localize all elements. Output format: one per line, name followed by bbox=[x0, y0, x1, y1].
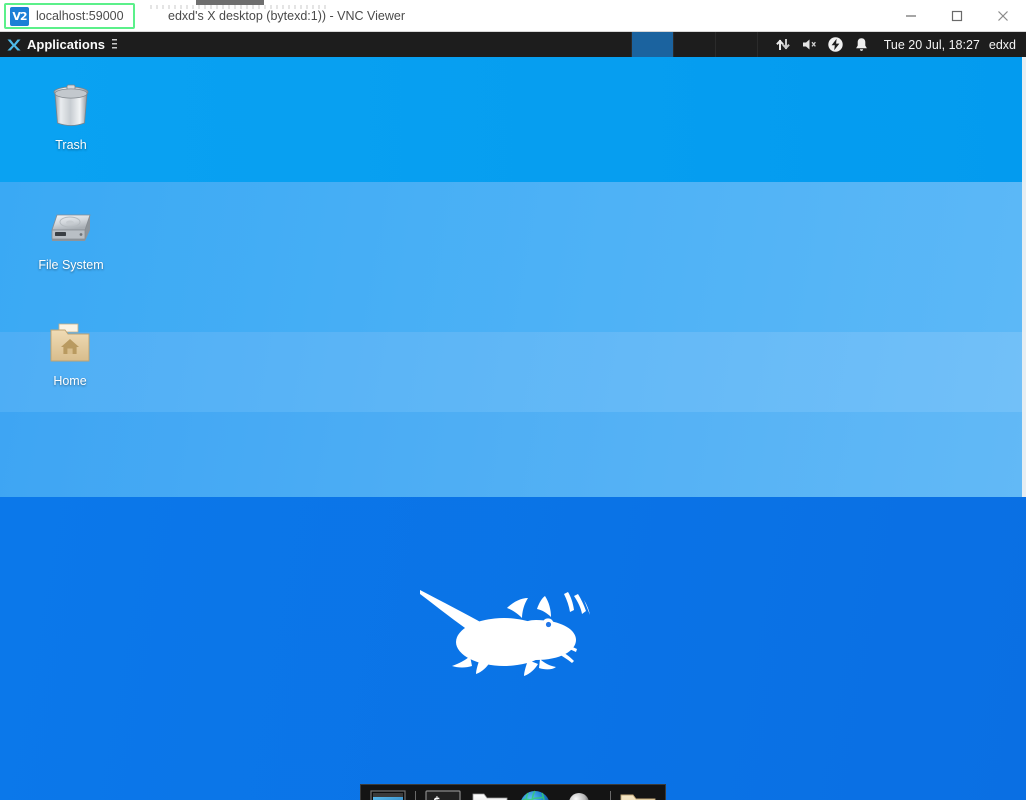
trash-icon bbox=[47, 80, 95, 132]
window-title-label: edxd's X desktop (bytexd:1)) - VNC Viewe… bbox=[168, 0, 405, 32]
network-transfer-icon[interactable] bbox=[771, 32, 797, 57]
vnc-address-chip[interactable]: V2 localhost:59000 bbox=[4, 3, 135, 29]
remote-scrollbar[interactable] bbox=[1022, 57, 1026, 497]
terminal-icon[interactable]: $ bbox=[422, 788, 464, 800]
wallpaper-band-1 bbox=[0, 57, 1026, 182]
application-dock[interactable]: $ bbox=[360, 784, 666, 800]
workspace-cell-2[interactable] bbox=[632, 32, 674, 57]
desktop-icon-home[interactable]: Home bbox=[24, 320, 116, 388]
desktop-icon-label: Home bbox=[53, 374, 86, 388]
web-browser-icon[interactable] bbox=[515, 788, 557, 800]
panel-username[interactable]: edxd bbox=[989, 38, 1022, 52]
menu-grip-icon bbox=[112, 39, 117, 51]
folder-icon[interactable] bbox=[617, 788, 659, 800]
workspace-cell-3[interactable] bbox=[674, 32, 716, 57]
notification-bell-icon[interactable] bbox=[849, 32, 875, 57]
workspace-cell-4[interactable] bbox=[716, 32, 758, 57]
desktop-icon-label: Trash bbox=[55, 138, 87, 152]
xfce-top-panel: Applications bbox=[0, 32, 1026, 57]
wallpaper-band-3 bbox=[0, 332, 1026, 412]
vnc-viewer-window: V2 localhost:59000 edxd's X desktop (byt… bbox=[0, 0, 1026, 800]
window-titlebar: V2 localhost:59000 edxd's X desktop (byt… bbox=[0, 0, 1026, 32]
vnc-address-label: localhost:59000 bbox=[36, 9, 124, 23]
search-icon[interactable] bbox=[561, 788, 603, 800]
workspace-switcher[interactable] bbox=[590, 32, 758, 57]
workspace-cell-1[interactable] bbox=[590, 32, 632, 57]
desktop-icon-label: File System bbox=[38, 258, 103, 272]
system-tray: Tue 20 Jul, 18:27 edxd bbox=[771, 32, 1026, 57]
home-folder-icon bbox=[45, 320, 95, 368]
dock-separator bbox=[610, 791, 611, 800]
panel-clock[interactable]: Tue 20 Jul, 18:27 bbox=[875, 38, 989, 52]
remote-desktop-viewport[interactable]: Applications bbox=[0, 32, 1026, 800]
maximize-button[interactable] bbox=[934, 0, 980, 31]
power-icon[interactable] bbox=[823, 32, 849, 57]
xfce-x-icon bbox=[6, 37, 22, 53]
show-desktop-icon[interactable] bbox=[367, 788, 409, 800]
window-controls bbox=[888, 0, 1026, 31]
applications-menu-label: Applications bbox=[27, 37, 105, 52]
close-button[interactable] bbox=[980, 0, 1026, 31]
volume-muted-icon[interactable] bbox=[797, 32, 823, 57]
wallpaper-band-4 bbox=[0, 412, 1026, 497]
applications-menu-button[interactable]: Applications bbox=[0, 32, 125, 57]
vnc-logo-icon: V2 bbox=[10, 7, 29, 26]
wallpaper-band-2 bbox=[0, 182, 1026, 332]
desktop-wallpaper[interactable] bbox=[0, 57, 1026, 800]
minimize-button[interactable] bbox=[888, 0, 934, 31]
dock-separator bbox=[415, 791, 416, 800]
file-manager-icon[interactable] bbox=[469, 788, 511, 800]
desktop-icon-file-system[interactable]: File System bbox=[25, 200, 117, 272]
xfce-mouse-logo bbox=[418, 580, 590, 680]
desktop-icon-trash[interactable]: Trash bbox=[25, 80, 117, 152]
harddisk-icon bbox=[45, 200, 97, 252]
svg-text:$: $ bbox=[433, 795, 441, 800]
